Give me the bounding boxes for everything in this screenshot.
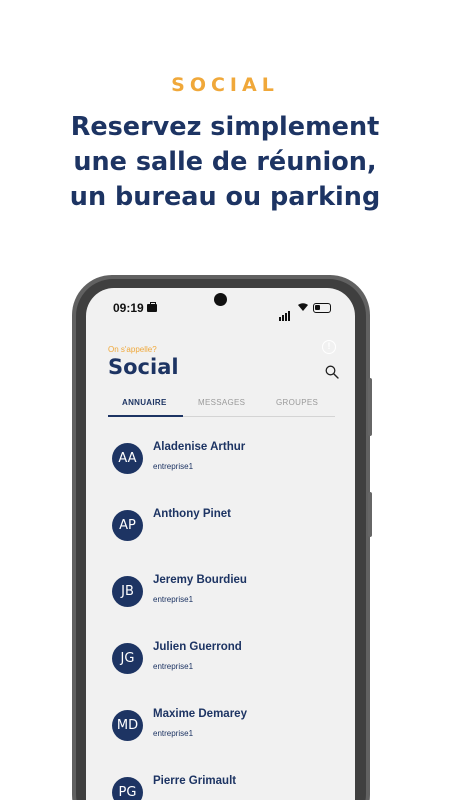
list-item[interactable]: PG Pierre Grimault bbox=[112, 775, 332, 800]
headline-line-3: un bureau ou parking bbox=[69, 182, 381, 212]
alert-fab-button[interactable]: ! bbox=[311, 326, 355, 370]
briefcase-icon bbox=[147, 302, 157, 312]
contact-company: entreprise1 bbox=[153, 662, 194, 671]
avatar: AA bbox=[112, 443, 143, 474]
avatar: AP bbox=[112, 510, 143, 541]
search-icon bbox=[325, 365, 339, 379]
contact-name: Julien Guerrond bbox=[153, 641, 242, 653]
side-button-volume bbox=[368, 492, 372, 537]
contact-name: Anthony Pinet bbox=[153, 508, 231, 520]
list-item[interactable]: JB Jeremy Bourdieu entreprise1 bbox=[112, 574, 332, 626]
phone-screen: 09:19 ! On s'appelle? Social ANNUAIRE ME… bbox=[86, 288, 355, 800]
avatar: MD bbox=[112, 710, 143, 741]
side-button-power bbox=[368, 378, 372, 436]
contact-name: Maxime Demarey bbox=[153, 708, 247, 720]
list-item[interactable]: MD Maxime Demarey entreprise1 bbox=[112, 708, 332, 760]
headline: Reservez simplement une salle de réunion… bbox=[0, 110, 450, 215]
contact-company: entreprise1 bbox=[153, 462, 194, 471]
contact-company: entreprise1 bbox=[153, 729, 194, 738]
avatar: JG bbox=[112, 643, 143, 674]
camera-cutout bbox=[214, 293, 227, 306]
headline-line-2: une salle de réunion, bbox=[73, 147, 377, 177]
list-item[interactable]: JG Julien Guerrond entreprise1 bbox=[112, 641, 332, 693]
eyebrow-label: SOCIAL bbox=[171, 74, 279, 96]
contact-name: Jeremy Bourdieu bbox=[153, 574, 247, 586]
list-item[interactable]: AA Aladenise Arthur entreprise1 bbox=[112, 441, 332, 493]
page-title: Social bbox=[108, 355, 179, 379]
alert-circle-icon: ! bbox=[322, 340, 336, 354]
search-button[interactable] bbox=[325, 365, 339, 379]
status-time: 09:19 bbox=[113, 301, 144, 315]
battery-icon bbox=[313, 303, 331, 313]
tab-active-indicator bbox=[108, 415, 183, 417]
list-item[interactable]: AP Anthony Pinet bbox=[112, 508, 332, 560]
contact-company: entreprise1 bbox=[153, 595, 194, 604]
avatar: PG bbox=[112, 777, 143, 800]
avatar: JB bbox=[112, 576, 143, 607]
contact-name: Pierre Grimault bbox=[153, 775, 237, 787]
tab-annuaire[interactable]: ANNUAIRE bbox=[122, 398, 167, 407]
tab-messages[interactable]: MESSAGES bbox=[198, 398, 245, 407]
tab-bar: ANNUAIRE MESSAGES GROUPES bbox=[108, 395, 335, 417]
signal-icon bbox=[279, 303, 291, 321]
header-subtitle: On s'appelle? bbox=[108, 345, 157, 354]
headline-line-1: Reservez simplement bbox=[70, 112, 380, 142]
tab-groupes[interactable]: GROUPES bbox=[276, 398, 318, 407]
contact-name: Aladenise Arthur bbox=[153, 441, 246, 453]
